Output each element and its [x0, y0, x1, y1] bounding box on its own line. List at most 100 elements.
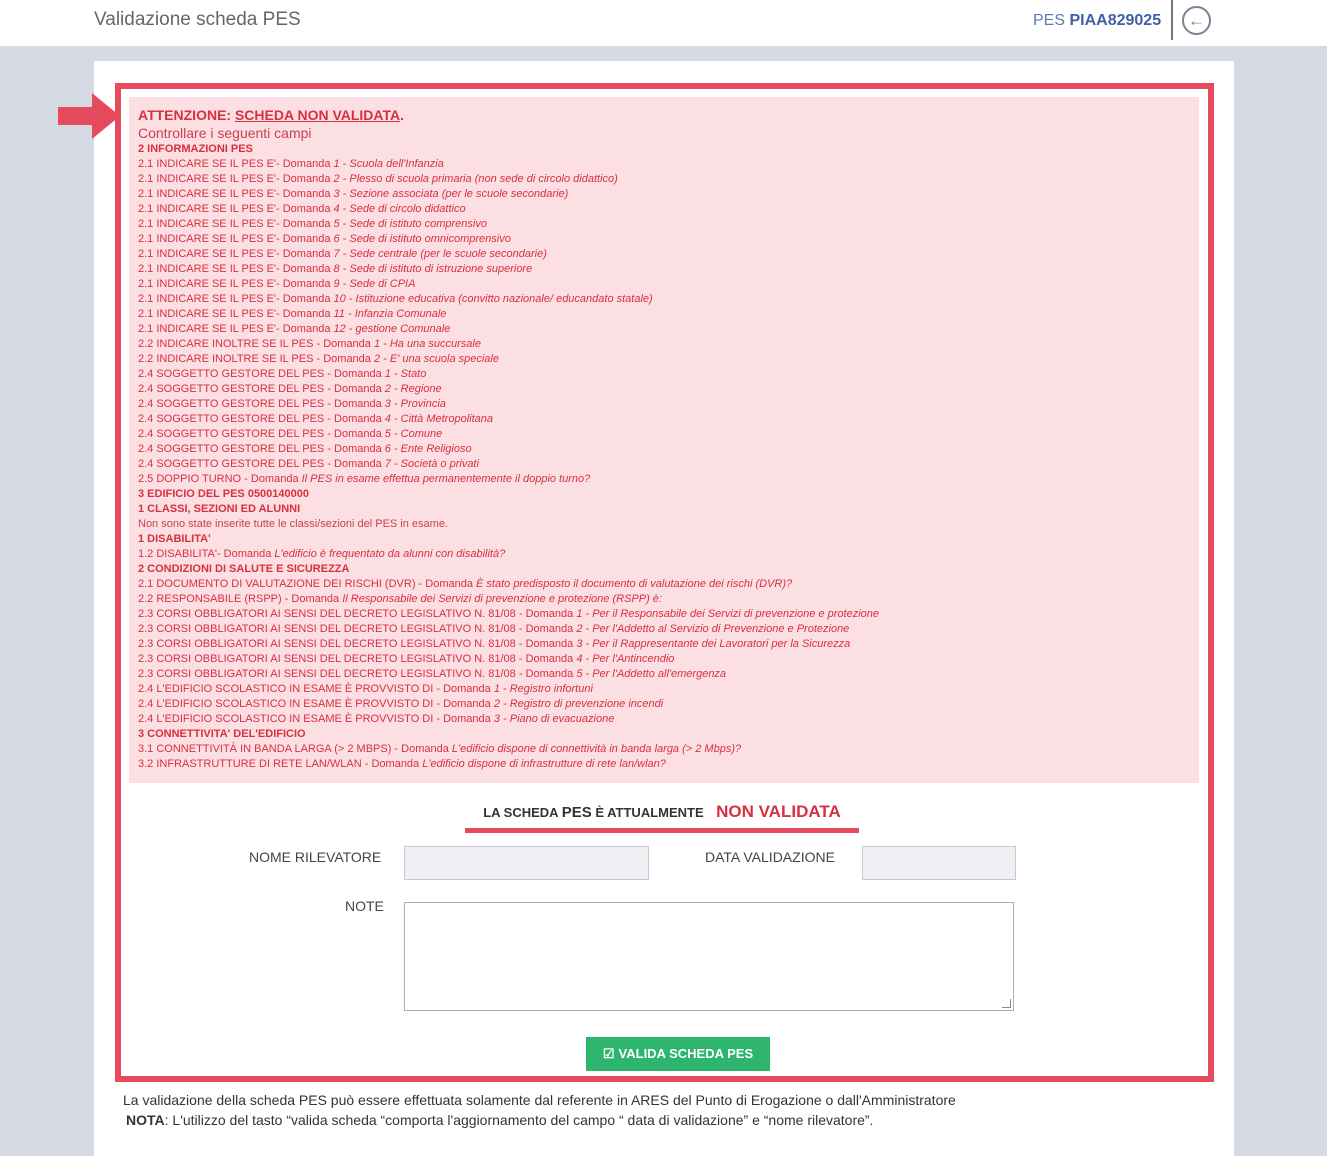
nota-text: : L'utilizzo del tasto “valida scheda “c… [164, 1112, 874, 1128]
error-item-text: 2.1 INDICARE SE IL PES E'- Domanda [138, 158, 334, 170]
error-item-question: 4 - Per l'Antincendio [576, 653, 675, 665]
pes-code-value: PIAA829025 [1069, 12, 1162, 29]
page-title: Validazione scheda PES [94, 9, 301, 30]
error-item-question: 7 - Società o privati [384, 458, 479, 470]
validation-alert: ATTENZIONE: SCHEDA NON VALIDATA. Control… [129, 97, 1199, 783]
error-item: 2.3 CORSI OBBLIGATORI AI SENSI DEL DECRE… [138, 622, 1190, 637]
error-item-question: 2 - Plesso di scuola primaria (non sede … [333, 173, 618, 185]
arrow-left-circle-icon: ← [1188, 11, 1205, 30]
error-item-question: 1 - Registro infortuni [493, 683, 593, 695]
error-item-text: 2.4 SOGGETTO GESTORE DEL PES - Domanda [138, 428, 385, 440]
alert-subtitle: Controllare i seguenti campi [138, 125, 312, 141]
error-item-question: 2 - Registro di prevenzione incendi [493, 698, 664, 710]
error-section-heading: 3 EDIFICIO DEL PES 0500140000 [138, 487, 1190, 502]
error-item: 2.1 INDICARE SE IL PES E'- Domanda 6 - S… [138, 232, 1190, 247]
status-prefix: LA SCHEDA [483, 805, 562, 820]
error-item-question: 2 - Per l'Addetto al Servizio di Prevenz… [576, 623, 850, 635]
error-item-text: 2.1 INDICARE SE IL PES E'- Domanda [138, 263, 334, 275]
error-item-text: 2.3 CORSI OBBLIGATORI AI SENSI DEL DECRE… [138, 608, 577, 620]
error-item-question: 10 - Istituzione educativa (convitto naz… [333, 293, 653, 305]
error-item-text: 3 CONNETTIVITA' DEL'EDIFICIO [138, 728, 306, 740]
error-item-question: 2 - Regione [384, 383, 442, 395]
footer-note: NOTA: L'utilizzo del tasto “valida sched… [126, 1112, 873, 1128]
error-item: 2.1 DOCUMENTO DI VALUTAZIONE DEI RISCHI … [138, 577, 1190, 592]
error-item-question: 4 - Città Metropolitana [384, 413, 493, 425]
error-item-text: 2.1 INDICARE SE IL PES E'- Domanda [138, 278, 334, 290]
error-item-text: 2 INFORMAZIONI PES [138, 143, 253, 155]
error-item-text: 2.1 INDICARE SE IL PES E'- Domanda [138, 308, 334, 320]
error-item: 2.1 INDICARE SE IL PES E'- Domanda 5 - S… [138, 217, 1190, 232]
error-item: 2.4 L'EDIFICIO SCOLASTICO IN ESAME È PRO… [138, 682, 1190, 697]
error-item: 2.2 INDICARE INOLTRE SE IL PES - Domanda… [138, 352, 1190, 367]
error-item-text: 2.5 DOPPIO TURNO - Domanda [138, 473, 302, 485]
error-item-text: 2.4 L'EDIFICIO SCOLASTICO IN ESAME È PRO… [138, 698, 494, 710]
error-item: 2.4 SOGGETTO GESTORE DEL PES - Domanda 4… [138, 412, 1190, 427]
validation-status: LA SCHEDA PES È ATTUALMENTE NON VALIDATA [465, 802, 859, 833]
error-item: 2.3 CORSI OBBLIGATORI AI SENSI DEL DECRE… [138, 637, 1190, 652]
error-item-question: 6 - Sede di istituto omnicomprensivo [333, 233, 511, 245]
error-item-text: 2.1 INDICARE SE IL PES E'- Domanda [138, 218, 334, 230]
error-item: 2.4 SOGGETTO GESTORE DEL PES - Domanda 3… [138, 397, 1190, 412]
back-button[interactable]: ← [1182, 6, 1211, 35]
error-item: 2.4 SOGGETTO GESTORE DEL PES - Domanda 2… [138, 382, 1190, 397]
error-item-text: 2 CONDIZIONI DI SALUTE E SICUREZZA [138, 563, 350, 575]
nome-rilevatore-label: NOME RILEVATORE [249, 849, 382, 865]
error-item: 2.2 RESPONSABILE (RSPP) - Domanda Il Res… [138, 592, 1190, 607]
error-item-text: 3 EDIFICIO DEL PES 0500140000 [138, 488, 309, 500]
error-list: 2 INFORMAZIONI PES 2.1 INDICARE SE IL PES… [138, 142, 1190, 772]
error-item-text: Non sono state inserite tutte le classi/… [138, 518, 448, 530]
error-item: 2.4 L'EDIFICIO SCOLASTICO IN ESAME È PRO… [138, 712, 1190, 727]
alert-heading: ATTENZIONE: SCHEDA NON VALIDATA. [138, 107, 1190, 124]
data-validazione-label: DATA VALIDAZIONE [705, 849, 835, 865]
error-section-heading: 2 CONDIZIONI DI SALUTE E SICUREZZA [138, 562, 1190, 577]
nome-rilevatore-input[interactable] [404, 846, 649, 880]
error-item-text: 2.1 DOCUMENTO DI VALUTAZIONE DEI RISCHI … [138, 578, 477, 590]
alert-status-text: SCHEDA NON VALIDATA [234, 107, 401, 123]
error-item-question: Il Responsabile dei Servizi di prevenzio… [342, 593, 662, 605]
pes-code: PES PIAA829025 [1033, 12, 1161, 30]
error-item-question: 5 - Per l'Addetto all'emergenza [576, 668, 727, 680]
error-item-text: 2.4 L'EDIFICIO SCOLASTICO IN ESAME È PRO… [138, 713, 494, 725]
error-item-text: 2.1 INDICARE SE IL PES E'- Domanda [138, 293, 334, 305]
attention-label: ATTENZIONE: [138, 107, 232, 123]
status-value: NON VALIDATA [716, 802, 841, 821]
error-item-question: 1 - Stato [384, 368, 427, 380]
resize-handle-icon[interactable] [1002, 999, 1011, 1008]
error-item-question: È stato predisposto il documento di valu… [476, 578, 793, 590]
note-textarea[interactable] [404, 902, 1014, 1011]
error-item-text: 2.4 L'EDIFICIO SCOLASTICO IN ESAME È PRO… [138, 683, 494, 695]
error-item: 2.1 INDICARE SE IL PES E'- Domanda 3 - S… [138, 187, 1190, 202]
error-section-heading: 1 CLASSI, SEZIONI ED ALUNNI [138, 502, 1190, 517]
error-item: 2.1 INDICARE SE IL PES E'- Domanda 8 - S… [138, 262, 1190, 277]
error-section-heading: 1 DISABILITA' [138, 532, 1190, 547]
error-item-text: 2.3 CORSI OBBLIGATORI AI SENSI DEL DECRE… [138, 653, 577, 665]
valida-scheda-button[interactable]: ☑ VALIDA SCHEDA PES [586, 1037, 770, 1071]
error-item-text: 3.2 INFRASTRUTTURE DI RETE LAN/WLAN - Do… [138, 758, 423, 770]
pes-label: PES [1033, 12, 1066, 29]
error-item-question: 1 - Scuola dell'Infanzia [333, 158, 444, 170]
error-item-question: 2 - E' una scuola speciale [373, 353, 499, 365]
error-item-text: 2.1 INDICARE SE IL PES E'- Domanda [138, 173, 334, 185]
valida-button-label: VALIDA SCHEDA PES [618, 1046, 754, 1061]
error-item-question: 3 - Piano di evacuazione [493, 713, 615, 725]
error-item-question: 3 - Sezione associata (per le scuole sec… [333, 188, 569, 200]
error-item-question: Il PES in esame effettua permanentemente… [301, 473, 591, 485]
error-item: 2.4 L'EDIFICIO SCOLASTICO IN ESAME È PRO… [138, 697, 1190, 712]
error-item: 2.1 INDICARE SE IL PES E'- Domanda 12 - … [138, 322, 1190, 337]
error-item-text: 2.2 INDICARE INOLTRE SE IL PES - Domanda [138, 353, 374, 365]
status-pes: PES [561, 804, 592, 821]
error-item-text: 1.2 DISABILITA'- Domanda [138, 548, 275, 560]
error-item-text: 2.3 CORSI OBBLIGATORI AI SENSI DEL DECRE… [138, 638, 577, 650]
error-item: 2.4 SOGGETTO GESTORE DEL PES - Domanda 7… [138, 457, 1190, 472]
error-item-text: 2.4 SOGGETTO GESTORE DEL PES - Domanda [138, 443, 385, 455]
error-item-question: 9 - Sede di CPIA [333, 278, 416, 290]
nota-label: NOTA [126, 1112, 165, 1128]
error-item-text: 2.1 INDICARE SE IL PES E'- Domanda [138, 233, 334, 245]
error-section-heading: 2 INFORMAZIONI PES [138, 142, 1190, 157]
error-item-text: 2.4 SOGGETTO GESTORE DEL PES - Domanda [138, 368, 385, 380]
error-item-question: 8 - Sede di istituto di istruzione super… [333, 263, 533, 275]
error-item: 2.3 CORSI OBBLIGATORI AI SENSI DEL DECRE… [138, 652, 1190, 667]
error-item: 2.1 INDICARE SE IL PES E'- Domanda 4 - S… [138, 202, 1190, 217]
alert-dot: . [400, 107, 405, 123]
data-validazione-input[interactable] [862, 846, 1016, 880]
